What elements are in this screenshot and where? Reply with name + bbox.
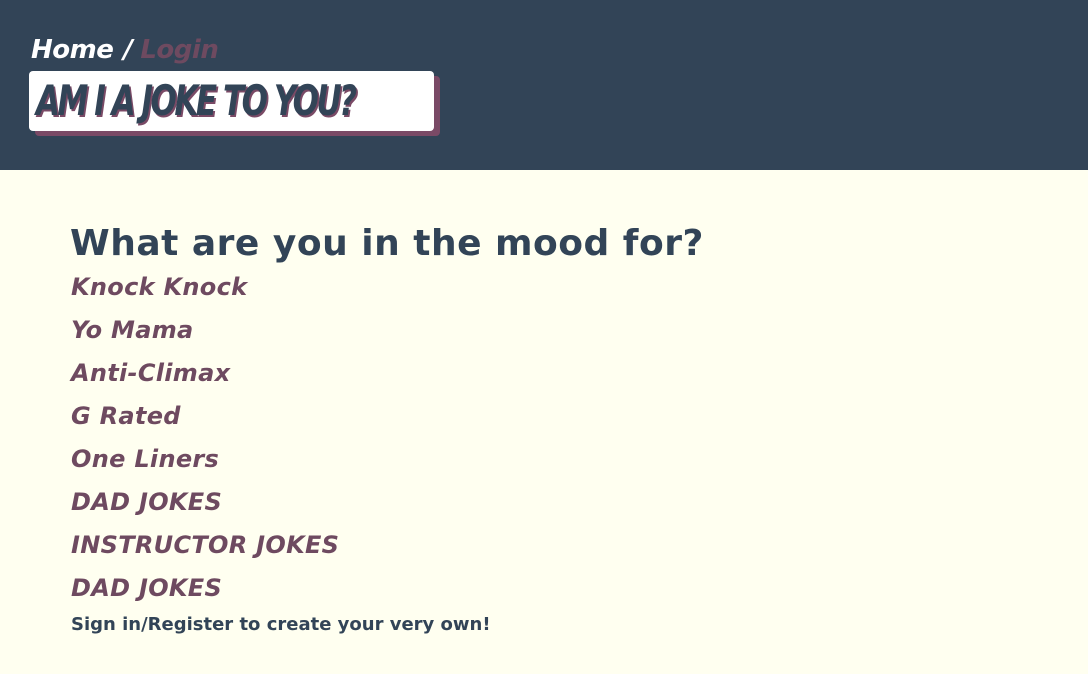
category-link-dad-jokes-2[interactable]: DAD JOKES: [71, 574, 222, 602]
category-item: INSTRUCTOR JOKES: [71, 527, 339, 570]
signin-prompt[interactable]: Sign in/Register to create your very own…: [71, 612, 491, 638]
category-link-yo-mama[interactable]: Yo Mama: [71, 316, 194, 344]
site-title-box: AM I A JOKE TO YOU?: [29, 71, 434, 131]
category-list: Knock Knock Yo Mama Anti-Climax G Rated …: [71, 269, 339, 613]
category-link-g-rated[interactable]: G Rated: [71, 402, 181, 430]
category-link-anti-climax[interactable]: Anti-Climax: [71, 359, 230, 387]
site-title: AM I A JOKE TO YOU?: [36, 76, 357, 125]
site-header: Home / Login AM I A JOKE TO YOU?: [0, 0, 1088, 170]
category-item: DAD JOKES: [71, 484, 339, 527]
nav-login-link[interactable]: Login: [140, 35, 218, 65]
category-item: Knock Knock: [71, 269, 339, 312]
nav-separator: /: [123, 35, 133, 65]
category-item: DAD JOKES: [71, 570, 339, 613]
category-item: One Liners: [71, 441, 339, 484]
category-link-instructor-jokes[interactable]: INSTRUCTOR JOKES: [71, 531, 339, 559]
top-nav: Home / Login: [31, 32, 219, 68]
nav-home-link[interactable]: Home: [31, 35, 114, 65]
category-item: G Rated: [71, 398, 339, 441]
mood-heading: What are you in the mood for?: [70, 223, 704, 264]
category-link-dad-jokes[interactable]: DAD JOKES: [71, 488, 222, 516]
category-link-one-liners[interactable]: One Liners: [71, 445, 219, 473]
category-item: Yo Mama: [71, 312, 339, 355]
category-link-knock-knock[interactable]: Knock Knock: [71, 273, 247, 301]
category-item: Anti-Climax: [71, 355, 339, 398]
